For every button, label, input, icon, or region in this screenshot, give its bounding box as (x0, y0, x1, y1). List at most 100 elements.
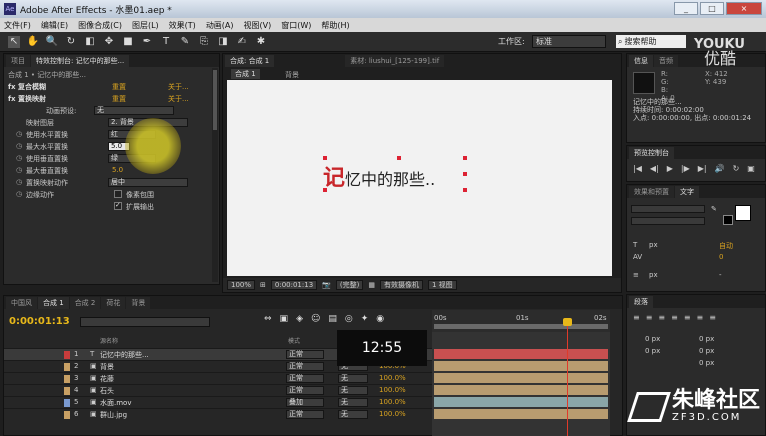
help-search-box[interactable]: ⌕ 搜索帮助 (616, 35, 686, 48)
menu-effect[interactable]: 效果(T) (169, 20, 196, 31)
maximize-button[interactable]: □ (700, 2, 724, 15)
snapshot-icon[interactable]: 📷 (322, 281, 331, 289)
timeline-track-area[interactable]: 00s 01s 02s (432, 310, 610, 436)
audio-icon[interactable]: 🔊 (715, 164, 725, 173)
first-frame-icon[interactable]: |◀ (633, 164, 642, 173)
minimize-button[interactable]: _ (674, 2, 698, 15)
transform-handle[interactable] (463, 172, 467, 176)
ram-preview-icon[interactable]: ▣ (747, 164, 755, 173)
align-center-icon[interactable]: ≡ (646, 313, 653, 322)
layer-opacity-value[interactable]: 100.0% (379, 386, 406, 394)
justify-right-icon[interactable]: ≡ (697, 313, 704, 322)
tab-effects-presets[interactable]: 效果和预置 (629, 186, 674, 198)
region-icon[interactable]: ▦ (368, 281, 375, 289)
pen-tool-icon[interactable]: ✒ (141, 36, 153, 48)
composition-mini-flowchart-icon[interactable]: ⇔ (264, 314, 272, 324)
roto-brush-tool-icon[interactable]: ✍ (236, 36, 248, 48)
text-tool-icon[interactable]: T (160, 36, 172, 48)
indent-first-value[interactable]: 0 px (645, 347, 660, 355)
animation-preset-dropdown[interactable]: 无 (94, 106, 174, 115)
layer-mode-dropdown[interactable]: 正常 (286, 410, 324, 419)
stopwatch-icon[interactable]: ◷ (16, 154, 22, 162)
font-size-unit[interactable]: px (649, 241, 658, 249)
brainstorm-icon[interactable]: ✦ (361, 314, 369, 324)
layer-parent-dropdown[interactable]: 无 (338, 410, 368, 419)
stopwatch-icon[interactable]: ◷ (16, 190, 22, 198)
reset-link[interactable]: 重置 (112, 94, 126, 104)
expand-output-checkbox[interactable] (114, 201, 122, 210)
layer-label-color[interactable] (64, 351, 70, 359)
wrap-pixels-checkbox[interactable] (114, 190, 122, 198)
stopwatch-icon[interactable]: ◷ (16, 178, 22, 186)
layer-opacity-value[interactable]: 100.0% (379, 398, 406, 406)
motion-blur-icon[interactable]: ◎ (345, 314, 353, 324)
leading-value[interactable]: 自动 (719, 241, 733, 251)
layer-name[interactable]: 水面.mov (100, 398, 131, 408)
layer-mode-dropdown[interactable]: 正常 (286, 350, 324, 359)
menu-layer[interactable]: 图层(L) (132, 20, 159, 31)
transform-handle[interactable] (323, 156, 327, 160)
justify-left-icon[interactable]: ≡ (671, 313, 678, 322)
transform-handle[interactable] (397, 156, 401, 160)
reset-link[interactable]: 重置 (112, 82, 126, 92)
tab-timeline-background[interactable]: 背景 (126, 297, 151, 309)
eyedropper-icon[interactable]: ✎ (711, 205, 717, 213)
justify-center-icon[interactable]: ≡ (684, 313, 691, 322)
transform-handle[interactable] (463, 188, 467, 192)
layer-label-color[interactable] (64, 375, 70, 383)
next-frame-icon[interactable]: |▶ (681, 164, 690, 173)
stopwatch-icon[interactable]: ◷ (16, 142, 22, 150)
effect-row-compound-blur[interactable]: fx 复合模糊 重置 关于... (4, 82, 209, 92)
layer-label-color[interactable] (64, 387, 70, 395)
clone-stamp-tool-icon[interactable]: ⎘ (198, 36, 210, 48)
effect-panel-scrollbar[interactable] (212, 68, 218, 282)
layer-mode-dropdown[interactable]: 正常 (286, 374, 324, 383)
tab-effect-controls[interactable]: 特效控制台: 记忆中的那些... (31, 55, 130, 67)
layer-duration-bar[interactable] (434, 397, 608, 407)
menu-window[interactable]: 窗口(W) (281, 20, 311, 31)
tab-preview[interactable]: 预览控制台 (629, 147, 674, 159)
tab-timeline-chinese-style[interactable]: 中国风 (6, 297, 37, 309)
composition-canvas[interactable]: 记忆中的那些.. (227, 80, 612, 276)
timeline-search-input[interactable] (80, 317, 210, 327)
work-area-bar[interactable] (434, 324, 608, 329)
last-frame-icon[interactable]: ▶| (698, 164, 707, 173)
live-update-icon[interactable]: ▣ (280, 314, 289, 324)
layer-mode-dropdown[interactable]: 正常 (286, 362, 324, 371)
layer-name[interactable]: 记忆中的那些... (100, 350, 149, 360)
pan-behind-tool-icon[interactable]: ✥ (103, 36, 115, 48)
rotate-tool-icon[interactable]: ↻ (65, 36, 77, 48)
layer-mode-dropdown[interactable]: 叠加 (286, 398, 324, 407)
tab-project[interactable]: 项目 (6, 55, 30, 67)
font-style-dropdown[interactable] (631, 217, 705, 225)
close-button[interactable]: × (726, 2, 762, 15)
about-link[interactable]: 关于... (168, 94, 189, 104)
rectangle-tool-icon[interactable]: ■ (122, 36, 134, 48)
layer-name[interactable]: 石头 (100, 386, 114, 396)
layer-name[interactable]: 花藤 (100, 374, 114, 384)
transform-handle[interactable] (323, 188, 327, 192)
tab-timeline-comp1[interactable]: 合成 1 (38, 297, 69, 309)
hand-tool-icon[interactable]: ✋ (27, 36, 39, 48)
tab-character[interactable]: 文字 (675, 186, 699, 198)
font-family-dropdown[interactable] (631, 205, 705, 213)
layer-row[interactable]: 6 ▣ 群山.jpg 正常 无 100.0% (4, 408, 432, 420)
align-left-icon[interactable]: ≡ (633, 313, 640, 322)
play-icon[interactable]: ▶ (667, 164, 673, 173)
transform-handle[interactable] (463, 156, 467, 160)
resolution-dropdown[interactable]: (完整) (335, 280, 364, 290)
stroke-mode-dropdown[interactable]: - (719, 271, 722, 279)
map-behavior-dropdown[interactable]: 居中 (108, 178, 188, 187)
layer-label-color[interactable] (64, 399, 70, 407)
layer-label-color[interactable] (64, 363, 70, 371)
current-timecode[interactable]: 0:00:01:13 (270, 280, 318, 290)
tab-timeline-comp2[interactable]: 合成 2 (69, 297, 101, 309)
tracking-value[interactable]: 0 (719, 253, 723, 261)
layer-duration-bar[interactable] (434, 385, 608, 395)
space-before-value[interactable]: 0 px (699, 347, 714, 355)
indent-right-value[interactable]: 0 px (699, 335, 714, 343)
layer-row[interactable]: 3 ▣ 花藤 正常 无 100.0% (4, 372, 432, 384)
stroke-color-swatch[interactable] (723, 215, 733, 225)
puppet-tool-icon[interactable]: ✱ (255, 36, 267, 48)
stopwatch-icon[interactable]: ◷ (16, 130, 22, 138)
